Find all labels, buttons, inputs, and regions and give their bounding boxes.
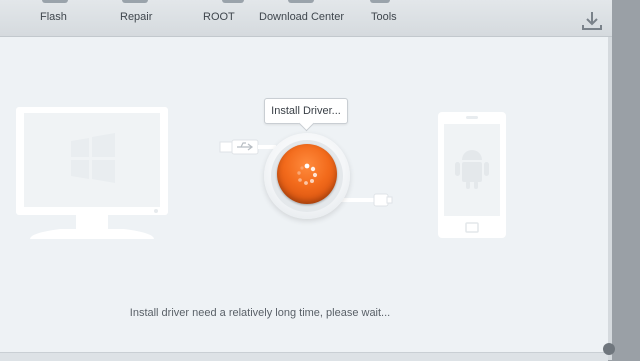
- install-driver-button[interactable]: [277, 144, 337, 204]
- windows-monitor-icon: [16, 107, 168, 239]
- toolbar-item-label: Download Center: [259, 11, 344, 23]
- root-icon: [222, 0, 244, 3]
- top-toolbar: Flash Repair ROOT Download Center Tools: [0, 0, 612, 37]
- usb-cable-icon: [340, 193, 393, 207]
- spinner-icon: [297, 163, 318, 185]
- toolbar-item-label: Repair: [120, 11, 153, 23]
- toolbar-item-tools[interactable]: Tools: [368, 0, 408, 36]
- android-phone-icon: [438, 112, 506, 238]
- window-edge: [608, 37, 612, 360]
- resize-handle[interactable]: [603, 343, 615, 355]
- download-icon[interactable]: [578, 8, 606, 34]
- toolbar-item-repair[interactable]: Repair: [118, 0, 158, 36]
- tools-icon: [370, 0, 390, 3]
- toolbar-item-label: Tools: [371, 11, 397, 23]
- flash-icon: [42, 0, 68, 3]
- status-tooltip: Install Driver...: [264, 98, 348, 124]
- status-message: Install driver need a relatively long ti…: [129, 307, 391, 319]
- toolbar-item-root[interactable]: ROOT: [200, 0, 244, 36]
- toolbar-item-label: Flash: [40, 11, 67, 23]
- repair-icon: [122, 0, 148, 3]
- toolbar-item-label: ROOT: [203, 11, 235, 23]
- toolbar-item-download-center[interactable]: Download Center: [258, 0, 348, 36]
- download-center-icon: [288, 0, 314, 3]
- toolbar-item-flash[interactable]: Flash: [38, 0, 78, 36]
